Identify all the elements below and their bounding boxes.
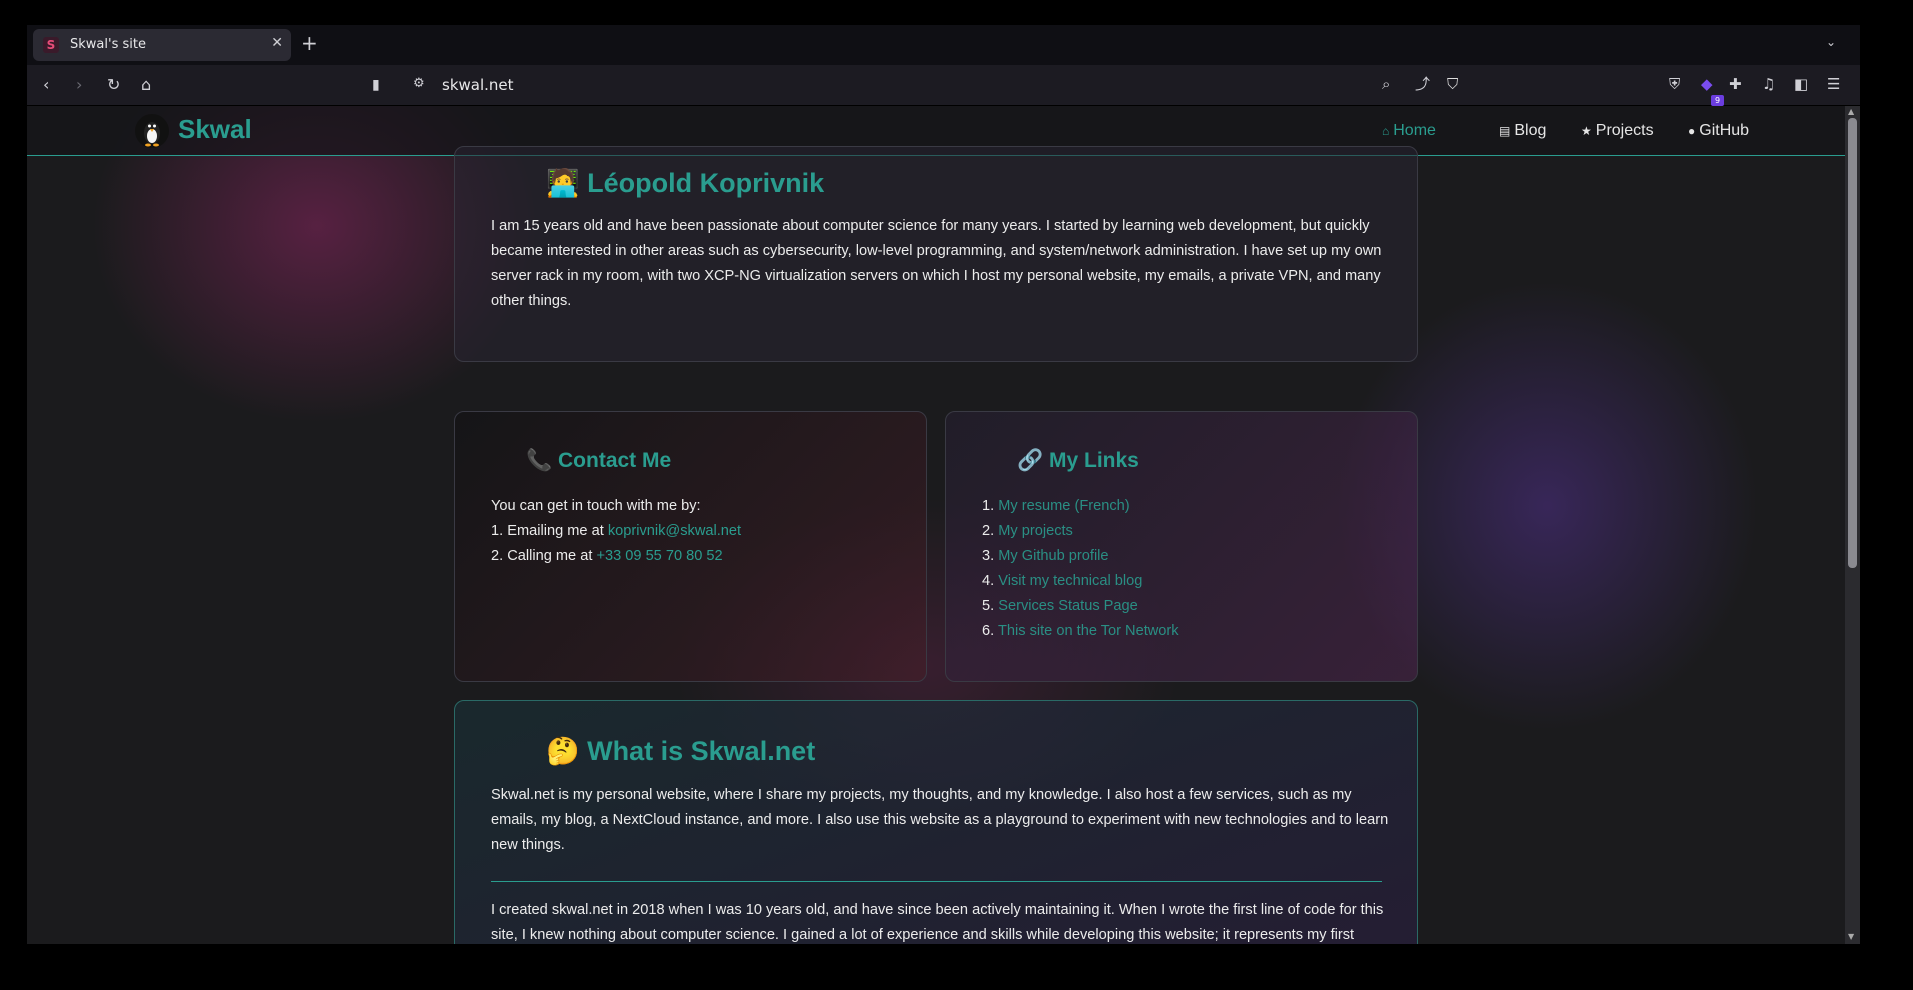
nav-home-label: Home (1393, 122, 1436, 139)
contact-title: Contact Me (558, 449, 672, 472)
tab-list-chevron-icon[interactable]: ⌄ (1826, 35, 1836, 49)
email-link[interactable]: koprivnik@skwal.net (608, 523, 741, 539)
about-text: I am 15 years old and have been passiona… (491, 218, 1382, 309)
blog-link[interactable]: Visit my technical blog (998, 573, 1142, 589)
site-logo-text[interactable]: Skwal (178, 114, 252, 145)
links-item: 6. This site on the Tor Network (982, 619, 1179, 644)
phone-emoji-icon: 📞 (526, 449, 553, 472)
what-card: 🤔 What is Skwal.net Skwal.net is my pers… (454, 700, 1418, 944)
forward-arrow-icon[interactable]: › (76, 75, 82, 95)
page-scrollbar[interactable]: ▲ ▼ (1845, 106, 1860, 944)
tab-bar: S Skwal's site ✕ + ⌄ (27, 25, 1860, 65)
close-tab-icon[interactable]: ✕ (271, 35, 283, 51)
tor-link[interactable]: This site on the Tor Network (998, 623, 1179, 639)
github-icon: ● (1688, 124, 1696, 138)
links-item-num: 4. (982, 573, 995, 589)
nav-projects-label: Projects (1595, 122, 1654, 139)
links-item: 1. My resume (French) (982, 494, 1130, 519)
browser-window: S Skwal's site ✕ + ⌄ ‹ › ↻ ⌂ ▮ ⚙ skwal.n… (27, 25, 1860, 944)
links-heading: 🔗 My Links (1017, 449, 1139, 473)
nav-projects[interactable]: ★ Projects (1581, 122, 1654, 140)
sidebar-toggle-icon[interactable]: ◧ (1794, 74, 1808, 94)
contact-card: 📞 Contact Me You can get in touch with m… (454, 411, 927, 682)
scroll-down-icon[interactable]: ▼ (1848, 932, 1854, 941)
contact-item-num: 2. (491, 548, 504, 564)
nav-github[interactable]: ● GitHub (1688, 122, 1749, 140)
bookmark-icon[interactable]: ▮ (372, 75, 380, 95)
contact-intro: You can get in touch with me by: (491, 498, 701, 514)
links-item-num: 1. (982, 498, 995, 514)
divider (491, 881, 1382, 882)
extension-badge: 9 (1711, 95, 1724, 106)
github-profile-link[interactable]: My Github profile (998, 548, 1108, 564)
back-arrow-icon[interactable]: ‹ (43, 75, 49, 95)
links-item: 3. My Github profile (982, 544, 1109, 569)
contact-item-email: 1. Emailing me at koprivnik@skwal.net (491, 519, 741, 544)
scrollbar-thumb[interactable] (1848, 118, 1857, 568)
contact-item-text: Calling me at (507, 548, 593, 564)
contact-item-phone: 2. Calling me at +33 09 55 70 80 52 (491, 544, 723, 569)
about-name: Léopold Koprivnik (587, 168, 825, 198)
thinking-emoji-icon: 🤔 (546, 736, 580, 766)
about-card: 🧑‍💻 Léopold Koprivnik I am 15 years old … (454, 146, 1418, 362)
status-page-link[interactable]: Services Status Page (998, 598, 1138, 614)
what-heading: 🤔 What is Skwal.net (546, 735, 815, 767)
contact-item-num: 1. (491, 523, 504, 539)
home-icon: ⌂ (1382, 124, 1390, 138)
links-item-num: 3. (982, 548, 995, 564)
media-music-icon[interactable]: ♫ (1762, 74, 1775, 94)
home-icon[interactable]: ⌂ (141, 75, 151, 95)
address-bar[interactable]: ⚙ skwal.net (403, 70, 1513, 101)
ublock-icon[interactable]: ⛨ (1669, 74, 1680, 94)
nav-github-label: GitHub (1699, 122, 1750, 139)
projects-link[interactable]: My projects (998, 523, 1073, 539)
links-item-num: 5. (982, 598, 995, 614)
extension-icon[interactable]: ◆ (1701, 74, 1713, 94)
links-item-num: 2. (982, 523, 995, 539)
what-title: What is Skwal.net (587, 736, 816, 766)
phone-link[interactable]: +33 09 55 70 80 52 (596, 548, 722, 564)
book-icon: ▤ (1499, 124, 1511, 138)
nav-blog-label: Blog (1514, 122, 1547, 139)
navigation-toolbar: ‹ › ↻ ⌂ ▮ ⚙ skwal.net ⌕ ⤴ ⛉ ⛨ ◆ 9 ✚ ♫ ◧ … (27, 65, 1860, 106)
links-item: 4. Visit my technical blog (982, 569, 1142, 594)
what-para-1: Skwal.net is my personal website, where … (491, 787, 1389, 853)
links-card: 🔗 My Links 1. My resume (French) 2. My p… (945, 411, 1418, 682)
reload-icon[interactable]: ↻ (107, 75, 120, 95)
tab-title: Skwal's site (70, 37, 146, 52)
about-heading: 🧑‍💻 Léopold Koprivnik (546, 167, 824, 199)
contact-heading: 📞 Contact Me (526, 449, 671, 473)
url-text[interactable]: skwal.net (442, 76, 514, 94)
what-para-2: I created skwal.net in 2018 when I was 1… (491, 902, 1384, 943)
share-icon[interactable]: ⤴ (1415, 74, 1430, 94)
links-item: 2. My projects (982, 519, 1073, 544)
resume-link[interactable]: My resume (French) (998, 498, 1129, 514)
contact-item-text: Emailing me at (507, 523, 604, 539)
new-tab-button[interactable]: + (301, 33, 318, 53)
page-viewport: Skwal ⌂ Home ▤ Blog ★ Projects ● GitHub 🧑‍💻 … (27, 106, 1845, 944)
zoom-icon[interactable]: ⌕ (1382, 74, 1390, 94)
technologist-emoji-icon: 🧑‍💻 (546, 168, 580, 198)
nav-blog[interactable]: ▤ Blog (1499, 122, 1546, 140)
tab-active[interactable]: S Skwal's site ✕ (33, 29, 291, 61)
link-emoji-icon: 🔗 (1017, 449, 1044, 472)
menu-hamburger-icon[interactable]: ☰ (1827, 74, 1840, 94)
links-title: My Links (1049, 449, 1139, 472)
site-info-icon[interactable]: ⚙ (413, 76, 425, 91)
puzzle-extensions-icon[interactable]: ✚ (1729, 74, 1742, 94)
brave-shield-icon[interactable]: ⛉ (1447, 74, 1458, 94)
star-icon: ★ (1581, 124, 1592, 138)
logo-avatar[interactable] (135, 114, 169, 148)
scroll-up-icon[interactable]: ▲ (1848, 107, 1854, 116)
nav-home[interactable]: ⌂ Home (1382, 122, 1436, 140)
links-item-num: 6. (982, 623, 995, 639)
favicon-icon: S (43, 37, 59, 53)
links-item: 5. Services Status Page (982, 594, 1138, 619)
